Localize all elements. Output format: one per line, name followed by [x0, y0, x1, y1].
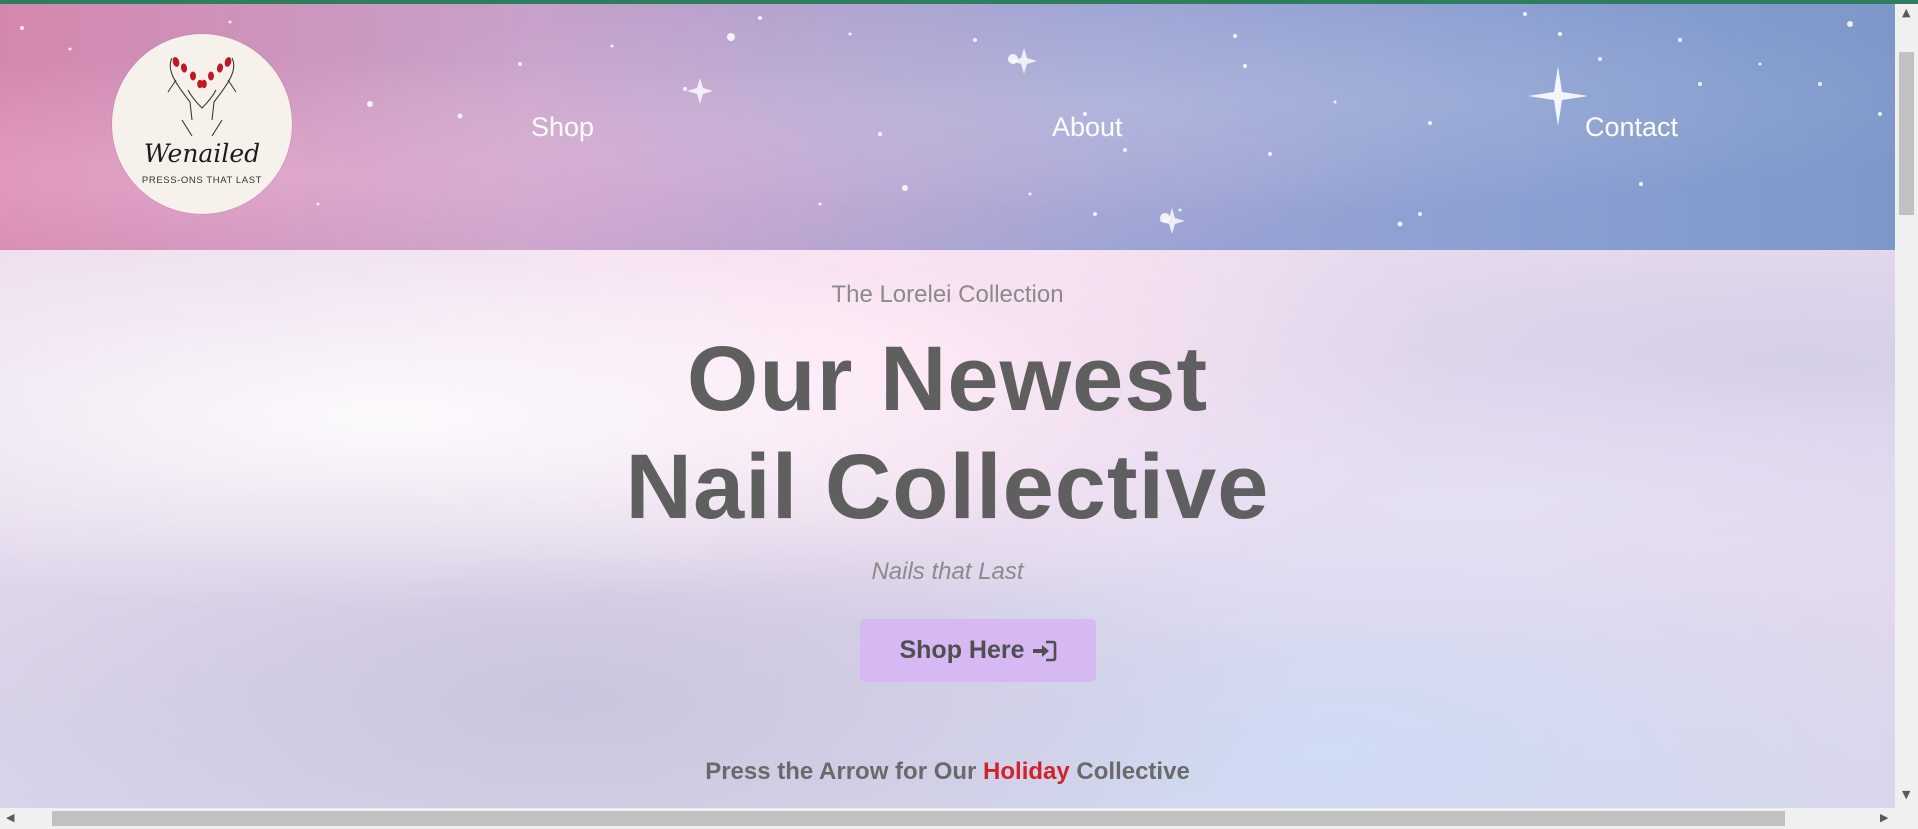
- promo-holiday-highlight: Holiday: [983, 758, 1070, 785]
- vertical-scroll-thumb[interactable]: [1899, 52, 1914, 215]
- vertical-scrollbar[interactable]: ▲ ▼: [1895, 4, 1918, 808]
- scroll-up-arrow-icon[interactable]: ▲: [1902, 6, 1910, 19]
- promo-text-after: Collective: [1076, 758, 1190, 785]
- holiday-promo-text: Press the Arrow for Our Holiday Collecti…: [0, 758, 1895, 786]
- shop-here-label: Shop Here: [899, 636, 1025, 664]
- nav-contact-link[interactable]: Contact: [1585, 112, 1678, 143]
- sign-in-icon: [1032, 640, 1056, 661]
- hero-headline-line2: Nail Collective: [625, 436, 1270, 538]
- scroll-left-arrow-icon[interactable]: ◀: [6, 811, 14, 824]
- nav-about-link[interactable]: About: [1052, 112, 1123, 143]
- promo-text-before: Press the Arrow for Our: [705, 758, 977, 785]
- scroll-down-arrow-icon[interactable]: ▼: [1902, 788, 1910, 801]
- hero-section: The Lorelei Collection Our Newest Nail C…: [0, 250, 1895, 808]
- logo-wordmark: Wenailed: [143, 139, 261, 168]
- logo-tagline: PRESS-ONS THAT LAST: [141, 175, 263, 186]
- brand-logo[interactable]: Wenailed PRESS-ONS THAT LAST: [112, 34, 292, 214]
- site-header: Wenailed PRESS-ONS THAT LAST Shop About …: [0, 4, 1895, 250]
- hero-tagline: Nails that Last: [871, 558, 1024, 585]
- hero-headline-line1: Our Newest: [686, 328, 1209, 430]
- nav-shop-link[interactable]: Shop: [531, 112, 594, 143]
- scroll-right-arrow-icon[interactable]: ▶: [1880, 811, 1888, 824]
- collection-subtitle: The Lorelei Collection: [831, 281, 1064, 308]
- page-viewport: Wenailed PRESS-ONS THAT LAST Shop About …: [0, 4, 1895, 808]
- horizontal-scroll-thumb[interactable]: [52, 811, 1785, 826]
- hands-heart-icon: [167, 57, 237, 137]
- horizontal-scrollbar[interactable]: ◀ ▶: [0, 808, 1918, 829]
- shop-here-button[interactable]: Shop Here: [860, 619, 1096, 682]
